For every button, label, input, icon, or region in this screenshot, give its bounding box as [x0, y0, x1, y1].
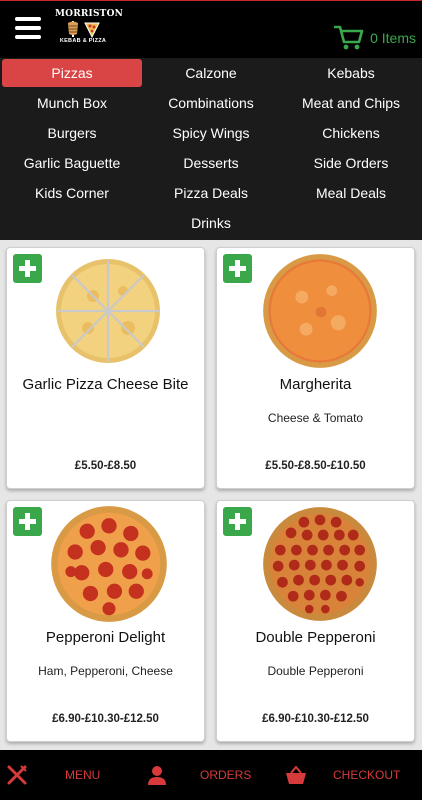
product-title: Pepperoni Delight: [45, 629, 166, 646]
menu-icon[interactable]: [15, 17, 41, 39]
menu-tab-label[interactable]: MENU: [65, 750, 100, 800]
product-card[interactable]: Double Pepperoni Double Pepperoni £6.90-…: [216, 500, 415, 742]
product-grid: Garlic Pizza Cheese Bite £5.50-£8.50 Mar…: [0, 240, 422, 750]
shopping-cart-icon: [334, 25, 364, 50]
category-meal-deals[interactable]: Meal Deals: [281, 179, 421, 207]
category-side-orders[interactable]: Side Orders: [281, 149, 421, 177]
product-title: Margherita: [279, 376, 352, 393]
logo-kebab-pizza-icon: [63, 20, 103, 39]
add-to-cart-icon[interactable]: [13, 507, 42, 536]
orders-tab[interactable]: [146, 750, 168, 800]
product-price: £5.50-£8.50-£10.50: [265, 460, 366, 472]
brand-logo[interactable]: MORRISTON KEBAB & PIZZA: [55, 9, 124, 53]
logo-subtitle: KEBAB & PIZZA: [59, 38, 107, 44]
logo-title: MORRISTON: [55, 9, 124, 19]
product-price: £6.90-£10.30-£12.50: [52, 713, 159, 725]
product-card[interactable]: Garlic Pizza Cheese Bite £5.50-£8.50: [6, 247, 205, 489]
menu-tab[interactable]: [6, 750, 28, 800]
category-drinks[interactable]: Drinks: [141, 209, 281, 237]
app-header: MORRISTON KEBAB & PIZZA 0 Items: [0, 0, 422, 58]
category-meat-and-chips[interactable]: Meat and Chips: [281, 89, 421, 117]
orders-tab-label[interactable]: ORDERS: [200, 750, 251, 800]
product-card[interactable]: Pepperoni Delight Ham, Pepperoni, Cheese…: [6, 500, 205, 742]
category-desserts[interactable]: Desserts: [141, 149, 281, 177]
basket-icon: [286, 765, 306, 784]
category-chickens[interactable]: Chickens: [281, 119, 421, 147]
add-to-cart-icon[interactable]: [223, 507, 252, 536]
product-price: £6.90-£10.30-£12.50: [262, 713, 369, 725]
category-kebabs[interactable]: Kebabs: [281, 59, 421, 87]
category-spicy-wings[interactable]: Spicy Wings: [141, 119, 281, 147]
product-card[interactable]: Margherita Cheese & Tomato £5.50-£8.50-£…: [216, 247, 415, 489]
product-price: £5.50-£8.50: [74, 460, 137, 472]
category-combinations[interactable]: Combinations: [141, 89, 281, 117]
product-description: Cheese & Tomato: [267, 411, 364, 425]
user-icon: [148, 766, 166, 785]
category-pizzas[interactable]: Pizzas: [2, 59, 142, 87]
cart-button[interactable]: 0 Items: [334, 23, 416, 53]
add-to-cart-icon[interactable]: [223, 254, 252, 283]
checkout-tab-label[interactable]: CHECKOUT: [333, 750, 400, 800]
product-description: Double Pepperoni: [267, 664, 364, 678]
product-title: Double Pepperoni: [255, 629, 376, 646]
category-munch-box[interactable]: Munch Box: [2, 89, 142, 117]
category-burgers[interactable]: Burgers: [2, 119, 142, 147]
margherita-pizza-image: [263, 254, 377, 368]
category-pizza-deals[interactable]: Pizza Deals: [141, 179, 281, 207]
pepperoni-pizza-image: [51, 506, 167, 622]
product-description: Ham, Pepperoni, Cheese: [38, 664, 173, 678]
category-calzone[interactable]: Calzone: [141, 59, 281, 87]
category-garlic-baguette[interactable]: Garlic Baguette: [2, 149, 142, 177]
category-menu: Pizzas Calzone Kebabs Munch Box Combinat…: [0, 58, 422, 240]
cart-count-label: 0 Items: [370, 30, 416, 46]
garlic-pizza-image: [56, 259, 160, 363]
add-to-cart-icon[interactable]: [13, 254, 42, 283]
checkout-tab[interactable]: [285, 750, 307, 800]
double-pepperoni-pizza-image: [263, 507, 377, 621]
bottom-navigation: MENU ORDERS CHECKOUT: [0, 750, 422, 800]
fork-knife-icon: [7, 765, 27, 785]
product-title: Garlic Pizza Cheese Bite: [22, 376, 189, 393]
category-kids-corner[interactable]: Kids Corner: [2, 179, 142, 207]
